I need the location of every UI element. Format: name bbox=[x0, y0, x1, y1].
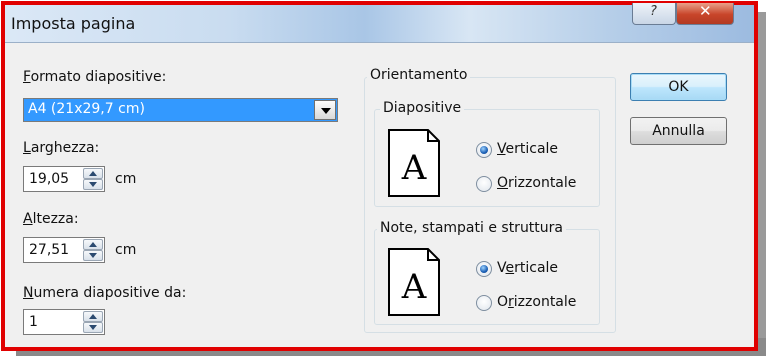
slides-landscape-radio[interactable] bbox=[476, 176, 492, 192]
orientation-title: Orientamento bbox=[367, 67, 471, 83]
title-bar[interactable]: Imposta pagina ? ✕ bbox=[5, 2, 754, 43]
page-setup-dialog: Imposta pagina ? ✕ Formato diapositive: … bbox=[1, 1, 758, 351]
slide-format-label: Formato diapositive: bbox=[23, 69, 167, 85]
close-icon: ✕ bbox=[699, 2, 712, 20]
slide-format-dropdown[interactable]: A4 (21x29,7 cm) bbox=[23, 98, 338, 122]
number-increment-icon[interactable] bbox=[83, 311, 103, 322]
width-decrement-icon[interactable] bbox=[83, 179, 103, 190]
number-slides-value[interactable]: 1 bbox=[29, 314, 38, 330]
width-value[interactable]: 19,05 bbox=[29, 171, 69, 187]
height-spinner[interactable]: 27,51 bbox=[23, 237, 105, 263]
notes-portrait-radio[interactable] bbox=[476, 261, 492, 277]
height-label: Altezza: bbox=[23, 211, 79, 227]
number-slides-label: Numera diapositive da: bbox=[23, 285, 187, 301]
page-icon-letter: A bbox=[401, 148, 427, 188]
slides-landscape-label[interactable]: Orizzontale bbox=[497, 175, 576, 191]
page-icon-letter: A bbox=[401, 267, 427, 307]
notes-portrait-label[interactable]: Verticale bbox=[497, 260, 558, 276]
width-increment-icon[interactable] bbox=[83, 168, 103, 179]
height-value[interactable]: 27,51 bbox=[29, 242, 69, 258]
notes-landscape-label[interactable]: Orizzontale bbox=[497, 294, 576, 310]
width-spinner[interactable]: 19,05 bbox=[23, 166, 105, 192]
chevron-down-icon[interactable] bbox=[314, 100, 336, 120]
height-increment-icon[interactable] bbox=[83, 239, 103, 250]
close-button[interactable]: ✕ bbox=[676, 2, 734, 25]
portrait-page-icon: A bbox=[388, 248, 440, 316]
height-decrement-icon[interactable] bbox=[83, 250, 103, 261]
slide-format-value: A4 (21x29,7 cm) bbox=[28, 101, 145, 117]
portrait-page-icon: A bbox=[388, 129, 440, 197]
number-decrement-icon[interactable] bbox=[83, 322, 103, 333]
help-button[interactable]: ? bbox=[632, 3, 676, 25]
notes-orientation-title: Note, stampati e struttura bbox=[377, 220, 566, 236]
help-icon: ? bbox=[650, 4, 657, 19]
cancel-button[interactable]: Annulla bbox=[630, 117, 727, 145]
window-title: Imposta pagina bbox=[11, 14, 136, 33]
width-label: Larghezza: bbox=[23, 140, 100, 156]
slides-portrait-label[interactable]: Verticale bbox=[497, 141, 558, 157]
number-slides-spinner[interactable]: 1 bbox=[23, 309, 105, 335]
notes-landscape-radio[interactable] bbox=[476, 295, 492, 311]
slides-orientation-title: Diapositive bbox=[380, 100, 465, 116]
ok-button[interactable]: OK bbox=[630, 73, 727, 101]
slides-portrait-radio[interactable] bbox=[476, 142, 492, 158]
width-unit: cm bbox=[115, 171, 137, 187]
height-unit: cm bbox=[115, 242, 137, 258]
